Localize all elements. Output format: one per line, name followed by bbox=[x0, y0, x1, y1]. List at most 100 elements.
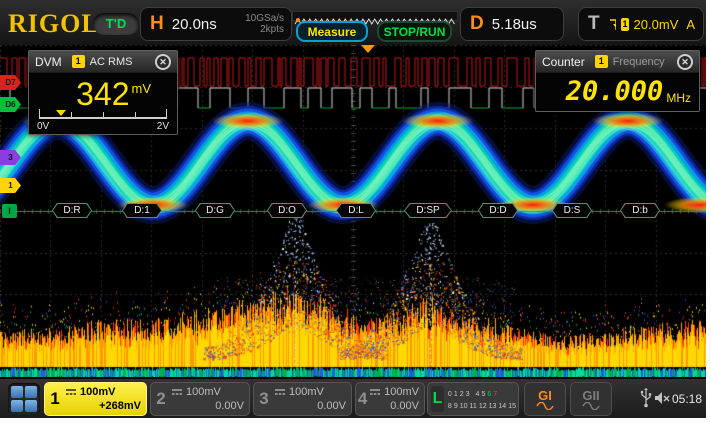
horizontal-timebase-block[interactable]: H 20.0ns 10GSa/s 2kpts bbox=[140, 7, 292, 41]
channel-number: 2 bbox=[151, 383, 171, 415]
d-label: D bbox=[470, 13, 484, 35]
timebase-value: 20.0ns bbox=[172, 16, 217, 33]
la-digit-0: 0 bbox=[448, 391, 452, 398]
screenshot-page: RIGOL T'D H 20.0ns 10GSa/s 2kpts Measure… bbox=[0, 0, 711, 423]
la-digit-14: 14 bbox=[498, 403, 506, 410]
usb-icon bbox=[640, 388, 652, 408]
sample-rate: 10GSa/s bbox=[245, 13, 284, 24]
la-digit-8: 8 bbox=[448, 403, 452, 410]
dvm-close-icon[interactable]: ✕ bbox=[155, 54, 171, 70]
channel-button-1[interactable]: 1100mV+268mV bbox=[44, 382, 147, 416]
bus-label: D:b bbox=[620, 203, 660, 218]
t-label: T bbox=[588, 13, 600, 35]
bus-label: D:1 bbox=[122, 203, 162, 218]
h-label: H bbox=[150, 13, 164, 35]
bus-label: D:L bbox=[336, 203, 376, 218]
channel-offset: 0.00V bbox=[369, 399, 419, 413]
la-digit-13: 13 bbox=[489, 403, 497, 410]
dc-coupling-icon bbox=[274, 388, 286, 397]
dvm-scale-max: 2V bbox=[157, 121, 169, 132]
dc-coupling-icon bbox=[369, 388, 381, 397]
la-digit-5: 5 bbox=[481, 391, 485, 398]
dvm-title: DVM bbox=[35, 55, 62, 69]
delay-value: 5.18us bbox=[492, 16, 537, 33]
counter-panel: Counter 1 Frequency ✕ 20.000 MHz bbox=[535, 50, 700, 112]
channel-number: 1 bbox=[45, 383, 65, 415]
channel-offset: 0.00V bbox=[171, 399, 244, 413]
counter-value: 20.000 bbox=[566, 78, 664, 106]
memory-depth: 2kpts bbox=[260, 24, 284, 35]
la-digit-10: 10 bbox=[460, 403, 468, 410]
counter-panel-header[interactable]: Counter 1 Frequency ✕ bbox=[536, 51, 699, 73]
la-label: L bbox=[431, 386, 444, 412]
bottom-bar: 1100mV+268mV2100mV0.00V3100mV0.00V4100mV… bbox=[0, 378, 706, 418]
generator-button-1[interactable]: GI bbox=[524, 382, 566, 416]
generator-label: GI bbox=[538, 389, 552, 402]
la-digit-3: 3 bbox=[466, 391, 470, 398]
speaker-muted-icon bbox=[654, 391, 670, 405]
trigger-position-marker[interactable] bbox=[361, 45, 375, 53]
trigger-status-badge: T'D bbox=[93, 13, 139, 35]
trigger-sweep-mode: A bbox=[686, 17, 695, 32]
la-digit-12: 12 bbox=[479, 403, 487, 410]
channel-scale: 100mV bbox=[186, 385, 221, 399]
dvm-readout: 342 mV bbox=[29, 73, 177, 111]
bus-label-text: D:1 bbox=[122, 203, 162, 218]
delay-block[interactable]: D 5.18us bbox=[460, 7, 564, 41]
generator-label: GII bbox=[582, 389, 599, 402]
dc-coupling-icon bbox=[65, 388, 77, 397]
dvm-scale-bar bbox=[39, 111, 167, 119]
bus-label: D:SP bbox=[404, 203, 452, 218]
menu-grid-button[interactable] bbox=[8, 383, 40, 415]
counter-unit: MHz bbox=[666, 91, 691, 105]
acquisition-info: 10GSa/s 2kpts bbox=[245, 13, 284, 35]
counter-source-badge: 1 bbox=[595, 55, 608, 68]
channel-button-2[interactable]: 2 100mV0.00V bbox=[150, 382, 250, 416]
channel-button-4[interactable]: 4100mV0.00V bbox=[355, 382, 425, 416]
menu-grid-icon bbox=[11, 386, 23, 398]
dvm-level-marker bbox=[56, 110, 66, 116]
channel-button-3[interactable]: 3100mV0.00V bbox=[253, 382, 352, 416]
counter-close-icon[interactable]: ✕ bbox=[677, 54, 693, 70]
dvm-unit: mV bbox=[132, 81, 152, 96]
channel-number: 3 bbox=[254, 383, 274, 415]
bus-label-text: D:b bbox=[620, 203, 660, 218]
bus-label-text: D:L bbox=[336, 203, 376, 218]
channel-offset: +268mV bbox=[65, 399, 141, 413]
la-channel-digits: 01234567 89101112131415 bbox=[444, 387, 518, 411]
la-digit-1: 1 bbox=[454, 391, 458, 398]
dvm-source-badge: 1 bbox=[72, 55, 85, 68]
la-digit-7: 7 bbox=[493, 391, 497, 398]
dvm-scale-labels: 0V 2V bbox=[37, 121, 169, 132]
trigger-block[interactable]: T 1 20.0mV A bbox=[578, 7, 704, 41]
la-digit-6: 6 bbox=[487, 391, 491, 398]
bus-label: D:S bbox=[552, 203, 592, 218]
generator-button-2[interactable]: GII bbox=[570, 382, 612, 416]
stop-run-button[interactable]: STOP/RUN bbox=[377, 21, 452, 42]
dvm-value: 342 bbox=[76, 77, 129, 111]
logic-analyzer-button[interactable]: L 01234567 89101112131415 bbox=[427, 382, 519, 416]
sine-wave-icon bbox=[582, 402, 600, 410]
sine-wave-icon bbox=[536, 402, 554, 410]
la-digit-2: 2 bbox=[460, 391, 464, 398]
dvm-mode: AC RMS bbox=[90, 56, 133, 68]
clock-time: 05:18 bbox=[672, 392, 702, 406]
la-digit-11: 11 bbox=[470, 403, 477, 410]
la-digit-9: 9 bbox=[454, 403, 458, 410]
waveform-overview-bar[interactable] bbox=[292, 11, 458, 21]
top-bar: RIGOL T'D H 20.0ns 10GSa/s 2kpts Measure… bbox=[0, 0, 706, 45]
rigol-logo: RIGOL bbox=[8, 9, 100, 39]
counter-readout: 20.000 MHz bbox=[536, 73, 699, 106]
measure-button[interactable]: Measure bbox=[296, 21, 368, 42]
channel-number: 4 bbox=[356, 383, 369, 415]
bus-label-text: D:R bbox=[52, 203, 92, 218]
bus-label-text: D:SP bbox=[404, 203, 452, 218]
dc-coupling-icon bbox=[171, 388, 183, 397]
oscilloscope-screen: RIGOL T'D H 20.0ns 10GSa/s 2kpts Measure… bbox=[0, 0, 706, 418]
counter-mode: Frequency bbox=[613, 56, 665, 68]
la-digit-4: 4 bbox=[476, 391, 480, 398]
bus-label: D:O bbox=[267, 203, 307, 218]
dvm-panel-header[interactable]: DVM 1 AC RMS ✕ bbox=[29, 51, 177, 73]
la-digit-15: 15 bbox=[508, 403, 516, 410]
trigger-level-value: 20.0mV bbox=[634, 17, 679, 32]
